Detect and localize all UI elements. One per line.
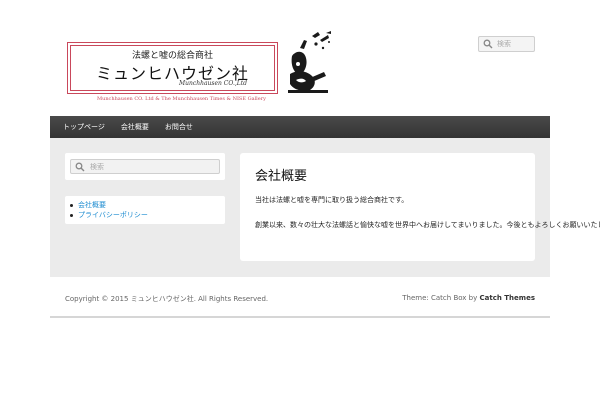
footer-theme-credit: Theme: Catch Box by Catch Themes [402,294,535,302]
main-nav: トップページ 会社概要 お問合せ [50,116,550,138]
logo-script: Munchhausen CO.,Ltd [178,80,247,87]
footer-divider [50,316,550,318]
logo-subtitle: Munchhausen CO. Ltd & The Munchhausen Ti… [97,96,266,102]
sidebar-search-placeholder: 検索 [90,162,104,171]
content-paragraph: 創業以来、数々の壮大な法螺話と愉快な嘘を世界中へお届けしてまいりました。今後とも… [255,221,600,229]
sidebar-link-privacy[interactable]: プライバシーポリシー [70,210,225,220]
content-paragraph: 当社は法螺と嘘を専門に取り扱う総合商社です。 [255,196,409,204]
theme-author-link[interactable]: Catch Themes [480,294,536,302]
sidebar-link-company[interactable]: 会社概要 [70,200,225,210]
sidebar-pages-widget: 会社概要 プライバシーポリシー [65,196,225,224]
footer-copyright: Copyright © 2015 ミュンヒハウゼン社. All Rights R… [65,295,269,303]
content-card: 会社概要 当社は法螺と嘘を専門に取り扱う総合商社です。 創業以来、数々の壮大な法… [240,153,600,261]
nav-item-home[interactable]: トップページ [63,122,105,132]
search-icon [75,162,85,171]
sidebar-search-widget: 検索 [65,153,225,180]
nav-item-company[interactable]: 会社概要 [121,122,149,132]
nav-item-contact[interactable]: お問合せ [165,122,193,132]
baron-illustration-icon [288,31,331,93]
sidebar-search-input[interactable]: 検索 [70,159,220,174]
header-search-placeholder: 検索 [497,40,511,48]
header-search-input[interactable]: 検索 [478,36,535,52]
site-logo[interactable]: 法螺と嘘の総合商社 ミュンヒハウゼン社 Munchhausen CO.,Ltd [67,42,278,94]
search-icon [483,39,493,49]
theme-credit-prefix: Theme: Catch Box by [402,294,480,302]
page-title: 会社概要 [255,169,308,184]
